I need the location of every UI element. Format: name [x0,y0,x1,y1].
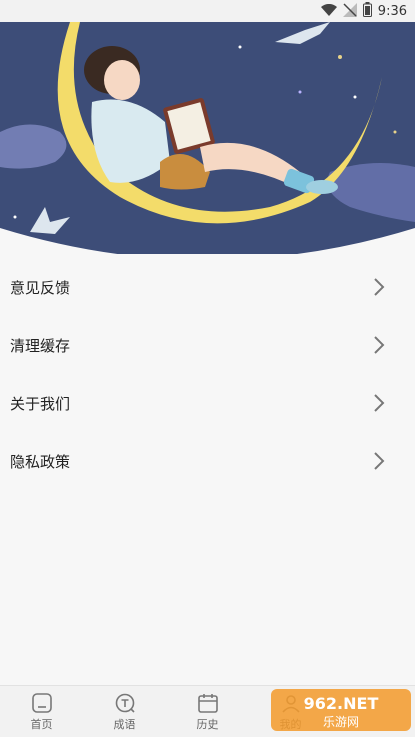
menu-item-label: 关于我们 [10,394,71,413]
battery-icon [362,1,372,21]
tab-home[interactable]: 首页 [0,686,83,737]
settings-menu: 意见反馈 清理缓存 关于我们 隐私政策 [0,258,415,490]
menu-item-label: 清理缓存 [10,336,71,355]
tab-label: 历史 [196,717,219,731]
header-illustration [0,22,415,254]
wifi-icon [320,2,337,21]
chevron-right-icon [374,452,385,470]
site-watermark: 962.NET 乐游网 [271,687,411,733]
status-bar: 9:36 [0,0,415,22]
chevron-right-icon [374,278,385,296]
home-icon [31,692,52,713]
tab-label: 成语 [113,717,136,731]
clock-time: 9:36 [377,3,407,19]
menu-item-privacy-policy[interactable]: 隐私政策 [0,432,415,490]
menu-item-label: 意见反馈 [10,278,71,297]
idiom-icon [115,693,135,713]
tab-history[interactable]: 历史 [166,686,249,737]
chevron-right-icon [374,394,385,412]
menu-item-label: 隐私政策 [10,452,71,471]
tab-idiom[interactable]: 成语 [83,686,166,737]
chevron-right-icon [374,336,385,354]
watermark-text: 962.NET [304,694,379,713]
watermark-subtext: 乐游网 [323,715,359,729]
signal-icon [342,2,357,21]
menu-item-about-us[interactable]: 关于我们 [0,374,415,432]
menu-item-feedback[interactable]: 意见反馈 [0,258,415,316]
tab-label: 首页 [30,717,53,731]
menu-item-clear-cache[interactable]: 清理缓存 [0,316,415,374]
calendar-icon [197,693,218,713]
